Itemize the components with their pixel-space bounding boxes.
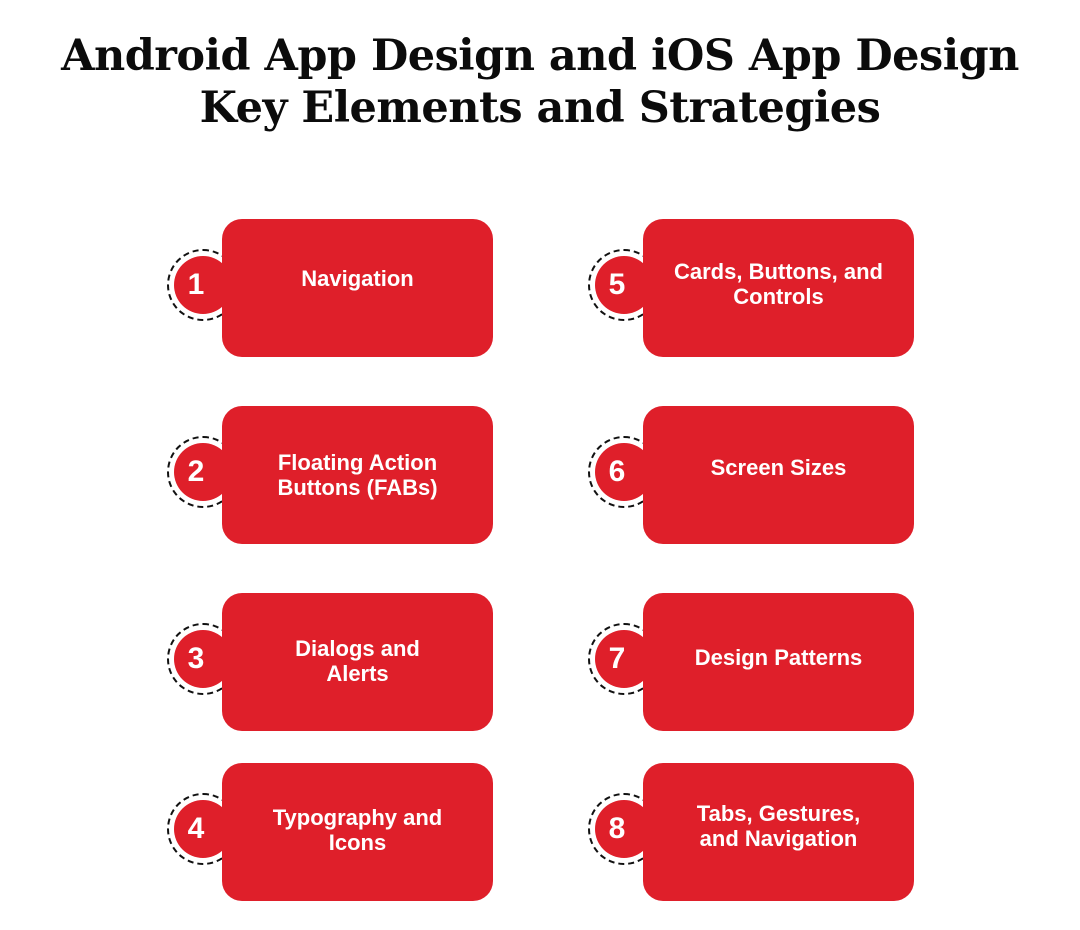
card: Floating Action Buttons (FABs) bbox=[222, 406, 493, 544]
item-7: 7 Design Patterns bbox=[583, 593, 923, 733]
card: Typography and Icons bbox=[222, 763, 493, 901]
item-2: 2 Floating Action Buttons (FABs) bbox=[162, 406, 502, 546]
card-label: Typography and Icons bbox=[272, 805, 443, 855]
card: Dialogs and Alerts bbox=[222, 593, 493, 731]
item-5: 5 Cards, Buttons, and Controls bbox=[583, 219, 923, 359]
card: Screen Sizes bbox=[643, 406, 914, 544]
item-6: 6 Screen Sizes bbox=[583, 406, 923, 546]
title-line-1: Android App Design and iOS App Design bbox=[61, 31, 1019, 81]
card-label: Tabs, Gestures, and Navigation bbox=[696, 801, 861, 851]
card: Design Patterns bbox=[643, 593, 914, 731]
item-8: 8 Tabs, Gestures, and Navigation bbox=[583, 763, 923, 903]
page-title: Android App Design and iOS App Design Ke… bbox=[0, 30, 1080, 134]
item-4: 4 Typography and Icons bbox=[162, 763, 502, 903]
item-3: 3 Dialogs and Alerts bbox=[162, 593, 502, 733]
item-1: 1 Navigation bbox=[162, 219, 502, 359]
title-line-2: Key Elements and Strategies bbox=[199, 83, 881, 133]
card-label: Floating Action Buttons (FABs) bbox=[277, 450, 438, 500]
card: Navigation bbox=[222, 219, 493, 357]
card-label: Navigation bbox=[301, 266, 414, 291]
card: Cards, Buttons, and Controls bbox=[643, 219, 914, 357]
card: Tabs, Gestures, and Navigation bbox=[643, 763, 914, 901]
card-label: Cards, Buttons, and Controls bbox=[673, 259, 883, 309]
card-label: Screen Sizes bbox=[710, 455, 847, 480]
card-label: Design Patterns bbox=[694, 645, 863, 670]
card-label: Dialogs and Alerts bbox=[295, 636, 420, 686]
